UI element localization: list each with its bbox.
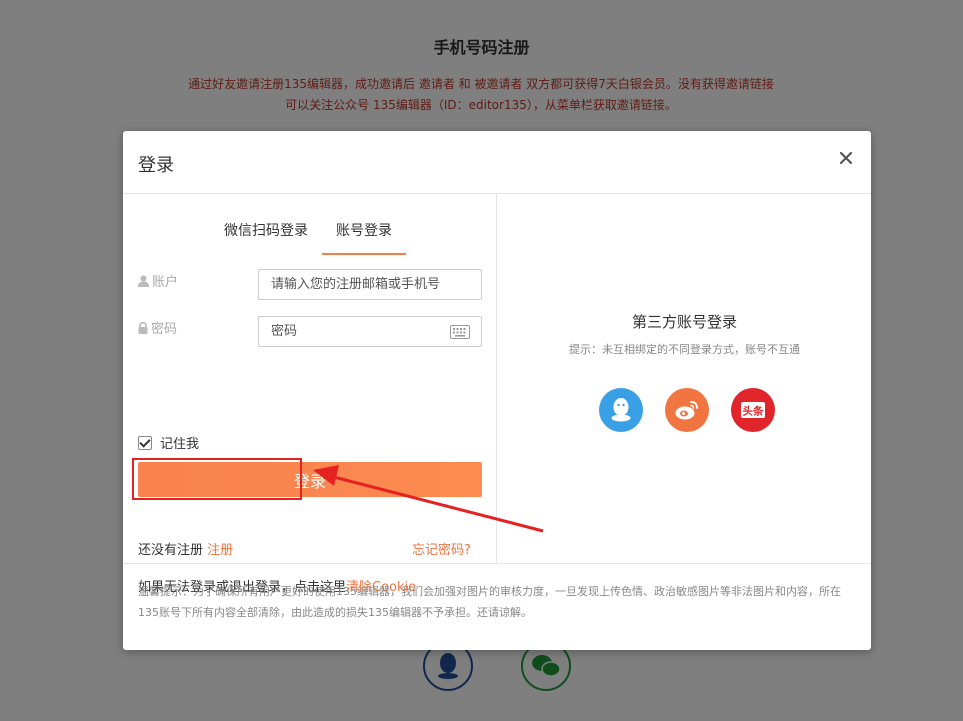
third-party-hint: 提示：未互相绑定的不同登录方式，账号不互通 bbox=[569, 343, 800, 356]
keyboard-icon[interactable] bbox=[450, 325, 470, 339]
password-label: 密码 bbox=[138, 318, 177, 337]
account-label: 账户 bbox=[138, 271, 178, 290]
remember-label: 记住我 bbox=[160, 437, 200, 452]
login-tabs: 微信扫码登录 账号登录 bbox=[224, 220, 406, 255]
register-prompt: 还没有注册 注册 bbox=[138, 539, 233, 558]
toutiao-icon: 头条 bbox=[741, 402, 765, 418]
remember-me[interactable]: 记住我 bbox=[138, 433, 199, 452]
modal-body: 微信扫码登录 账号登录 账户 密码 bbox=[123, 194, 871, 595]
modal-footer: 温馨提示：为了确保所有用户更好的使用135编辑器，我们会加强对图片的审核力度，一… bbox=[123, 563, 871, 650]
lock-icon bbox=[138, 321, 148, 334]
close-icon[interactable] bbox=[837, 149, 855, 167]
no-account-text: 还没有注册 bbox=[138, 543, 204, 558]
register-link[interactable]: 注册 bbox=[207, 543, 233, 558]
tab-account-login[interactable]: 账号登录 bbox=[322, 220, 406, 255]
login-modal: 登录 微信扫码登录 账号登录 账户 请输入您的注册邮箱或手机号 密码 记住我 登… bbox=[123, 131, 871, 650]
social-login-buttons: 头条 bbox=[599, 388, 775, 432]
qq-icon bbox=[611, 398, 631, 422]
modal-title: 登录 bbox=[138, 155, 174, 176]
account-input[interactable] bbox=[258, 269, 482, 300]
password-input[interactable] bbox=[258, 316, 482, 347]
qq-login-button[interactable] bbox=[599, 388, 643, 432]
modal-header: 登录 bbox=[123, 131, 871, 194]
tab-wechat-scan[interactable]: 微信扫码登录 bbox=[224, 220, 308, 255]
weibo-login-button[interactable] bbox=[665, 388, 709, 432]
remember-checkbox[interactable] bbox=[138, 435, 152, 450]
user-icon bbox=[138, 275, 149, 287]
forgot-password-link[interactable]: 忘记密码? bbox=[412, 539, 471, 558]
footer-notice: 温馨提示：为了确保所有用户更好的使用135编辑器，我们会加强对图片的审核力度，一… bbox=[138, 585, 841, 619]
third-party-title: 第三方账号登录 bbox=[631, 313, 737, 331]
password-label-text: 密码 bbox=[151, 322, 178, 337]
account-login-pane: 微信扫码登录 账号登录 账户 密码 bbox=[123, 194, 497, 595]
weibo-icon bbox=[675, 401, 698, 420]
toutiao-login-button[interactable]: 头条 bbox=[731, 388, 775, 432]
account-label-text: 账户 bbox=[152, 275, 179, 290]
annotation-highlight-box bbox=[132, 458, 302, 500]
toutiao-icon-text: 头条 bbox=[743, 405, 764, 418]
third-party-login-pane: 第三方账号登录 提示：未互相绑定的不同登录方式，账号不互通 头条 bbox=[498, 194, 871, 563]
